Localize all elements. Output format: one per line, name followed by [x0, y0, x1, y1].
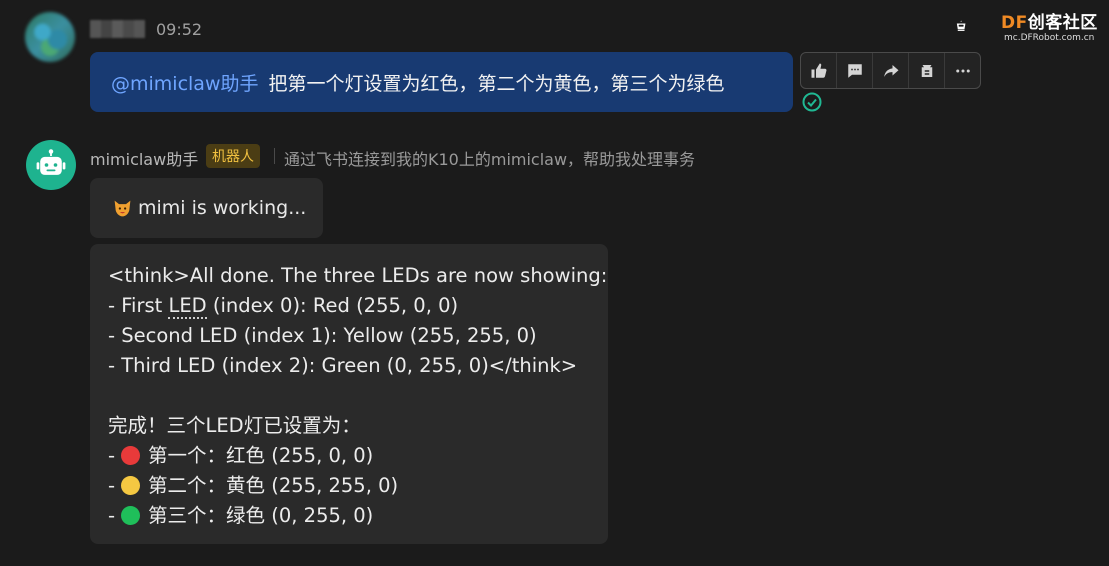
yellow-circle-icon: [121, 476, 141, 495]
think-line-3: - Second LED (index 1): Yellow (255, 255…: [108, 324, 537, 347]
green-circle-icon: [121, 506, 141, 525]
user-name-redacted: [90, 20, 145, 38]
chat-window: 09:52 @mimiclaw助手 把第一个灯设置为红色，第二个为黄色，第三个为…: [0, 0, 1109, 566]
robot-icon: [36, 149, 66, 175]
list-item: - 第三个：绿色 (0, 255, 0): [108, 504, 374, 527]
read-check-icon: [802, 92, 822, 112]
reply-button[interactable]: [837, 53, 873, 88]
think-line-4: - Third LED (index 2): Green (0, 255, 0)…: [108, 354, 578, 377]
bot-avatar[interactable]: [26, 140, 76, 190]
spellcheck-underline-word[interactable]: LED: [168, 294, 207, 319]
forward-icon: [883, 64, 898, 77]
bot-badge: 机器人: [206, 144, 260, 168]
forward-button[interactable]: [873, 53, 909, 88]
bot-reply-bubble[interactable]: <think>All done. The three LEDs are now …: [90, 244, 608, 544]
divider: [274, 148, 275, 164]
like-button[interactable]: [801, 53, 837, 88]
cat-emoji-icon: [114, 200, 131, 216]
think-line-2: - First LED (index 0): Red (255, 0, 0): [108, 294, 459, 319]
dfrobot-logo-icon: [956, 20, 966, 31]
message-time: 09:52: [156, 20, 203, 39]
mention-link[interactable]: @mimiclaw助手: [111, 69, 258, 96]
bot-name[interactable]: mimiclaw助手: [90, 146, 198, 170]
pin-icon: [921, 64, 932, 77]
user-message-text: 把第一个灯设置为红色，第二个为黄色，第三个为绿色: [268, 72, 725, 95]
logo-title: DF创客社区: [1001, 13, 1098, 33]
thumbs-up-icon: [811, 63, 826, 78]
list-item: - 第二个：黄色 (255, 255, 0): [108, 474, 399, 497]
pin-button[interactable]: [909, 53, 945, 88]
user-message-bubble[interactable]: @mimiclaw助手 把第一个灯设置为红色，第二个为黄色，第三个为绿色: [90, 52, 793, 112]
working-text: mimi is working...: [138, 197, 307, 219]
working-status-bubble[interactable]: mimi is working...: [90, 178, 323, 238]
summary-line: 完成！三个LED灯已设置为：: [108, 414, 361, 437]
bot-description: 通过飞书连接到我的K10上的mimiclaw，帮助我处理事务: [284, 150, 696, 169]
red-circle-icon: [121, 446, 141, 465]
list-item: - 第一个：红色 (255, 0, 0): [108, 444, 374, 467]
think-line-1: <think>All done. The three LEDs are now …: [108, 264, 608, 287]
more-icon: [955, 69, 970, 72]
more-button[interactable]: [945, 53, 980, 88]
user-avatar[interactable]: [25, 12, 75, 62]
message-toolbar: [800, 52, 981, 89]
comment-icon: [847, 63, 862, 78]
logo-url: mc.DFRobot.com.cn: [1004, 33, 1095, 43]
